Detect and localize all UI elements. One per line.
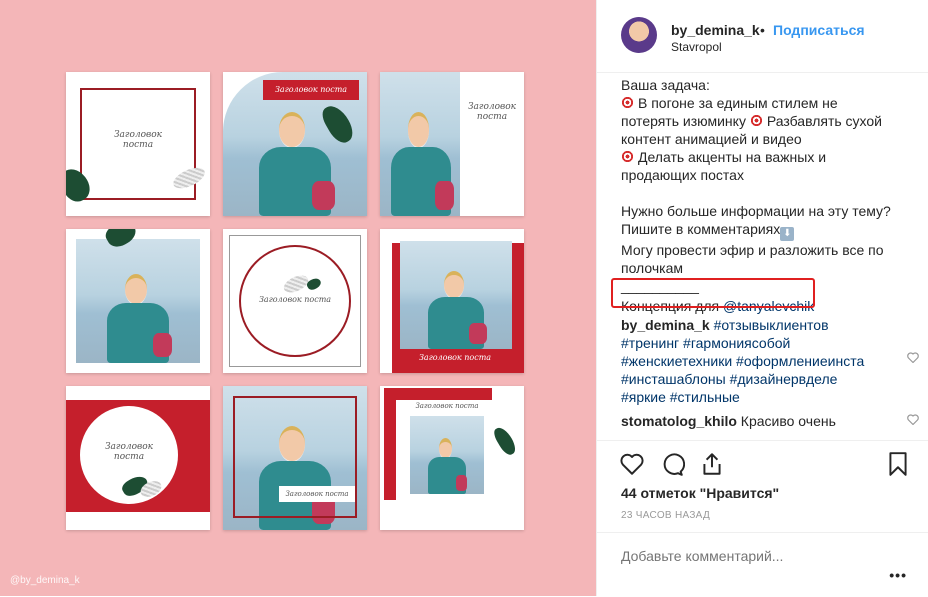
caption-line: потерять изюминку Разбавлять сухой (621, 113, 883, 129)
comment-item: stomatolog_khilo Красиво очень (621, 412, 911, 430)
caption-line: продающих постах (621, 167, 744, 183)
post-image[interactable]: Заголовок поста Заголовок поста Заголово… (0, 0, 596, 596)
caption-line: Пишите в комментариях ⬇ (621, 220, 921, 241)
tile-caption: Заголовок поста (113, 130, 163, 150)
save-bookmark-icon[interactable] (885, 451, 911, 477)
add-comment-bar: ••• (597, 532, 928, 597)
caption-line: Могу провести эфир и разложить все по (621, 242, 884, 258)
separator-dot: • (760, 22, 765, 38)
tile-caption: Заголовок поста (415, 402, 479, 410)
heart-icon[interactable] (619, 451, 645, 477)
template-tile-8: Заголовок поста (223, 386, 367, 530)
post-timestamp[interactable]: 23 ЧАСОВ НАЗАД (621, 510, 710, 521)
comment-hashtags: by_demina_k #отзывыклиентов #тренинг #га… (621, 316, 911, 406)
tile-caption: Заголовок поста (418, 353, 492, 362)
caption-line: Ваша задача: (621, 77, 710, 93)
template-tile-9: Заголовок поста (380, 386, 524, 530)
username-link[interactable]: by_demina_k (671, 22, 760, 38)
comment-icon[interactable] (659, 451, 686, 477)
down-arrow-emoji-icon: ⬇ (780, 227, 795, 241)
caption-line: Нужно больше информации на эту тему? (621, 203, 891, 219)
template-tile-4 (66, 229, 210, 373)
template-tile-3: Заголовок поста (380, 72, 524, 216)
add-comment-input[interactable] (619, 543, 873, 569)
hashtag-link[interactable]: #женскиетехники #оформлениеинста (621, 352, 911, 370)
tile-caption: Заголовок поста (467, 102, 517, 122)
caption-line: контент анимацией и видео (621, 131, 802, 147)
person-photo (422, 268, 489, 349)
follow-button[interactable]: Подписаться (773, 22, 865, 38)
watermark: @by_demina_k (10, 575, 80, 586)
caption-line: Делать акценты на важных и (621, 148, 921, 166)
target-emoji-icon (621, 150, 634, 163)
caption-line: В погоне за единым стилем не (621, 94, 921, 112)
tile-caption: Заголовок поста (104, 442, 154, 462)
comment-username[interactable]: by_demina_k (621, 317, 710, 333)
template-tile-5: Заголовок поста (223, 229, 367, 373)
avatar[interactable] (621, 17, 657, 53)
hashtag-link[interactable]: #тренинг #гармониясобой (621, 334, 911, 352)
photo (410, 416, 484, 494)
location-link[interactable]: Stavropol (671, 40, 722, 54)
title-banner: Заголовок поста (263, 80, 359, 100)
instagram-post-view: Заголовок поста Заголовок поста Заголово… (0, 0, 928, 596)
comment-username[interactable]: stomatolog_khilo (621, 413, 737, 429)
template-grid: Заголовок поста Заголовок поста Заголово… (66, 72, 532, 530)
template-tile-1: Заголовок поста (66, 72, 210, 216)
comments-list: Ваша задача: В погоне за единым стилем н… (611, 72, 919, 440)
post-header: by_demina_k • Подписаться Stavropol (597, 0, 928, 73)
person-photo (101, 270, 175, 363)
photo (380, 72, 460, 216)
template-tile-2: Заголовок поста (223, 72, 367, 216)
template-tile-6: Заголовок поста (380, 229, 524, 373)
photo (400, 241, 512, 349)
likes-count[interactable]: 44 отметок "Нравится" (621, 485, 779, 501)
template-tile-7: Заголовок поста (66, 386, 210, 530)
post-sidebar: by_demina_k • Подписаться Stavropol Ваша… (596, 0, 928, 596)
share-icon[interactable] (699, 451, 725, 477)
target-emoji-icon (749, 114, 763, 127)
comment-text: Красиво очень (740, 413, 836, 429)
photo (76, 239, 200, 363)
hashtag-link[interactable]: #инсташаблоны #дизайнервделе (621, 370, 911, 388)
title-banner: Заголовок поста (279, 486, 355, 502)
like-comment-heart-icon[interactable] (907, 414, 919, 425)
highlight-box (611, 278, 815, 308)
hashtag-link[interactable]: #яркие #стильные (621, 388, 911, 406)
tile-caption: Заголовок поста (258, 295, 332, 304)
tile-caption: Заголовок поста (285, 490, 349, 498)
hashtag-link[interactable]: #отзывыклиентов (714, 317, 829, 333)
caption-line: полочкам (621, 260, 684, 276)
like-comment-heart-icon[interactable] (907, 352, 919, 363)
person-photo (385, 108, 457, 216)
person-photo (425, 436, 469, 494)
target-emoji-icon (621, 96, 634, 109)
tile-caption: Заголовок поста (274, 85, 348, 94)
more-options-icon[interactable]: ••• (889, 567, 907, 583)
